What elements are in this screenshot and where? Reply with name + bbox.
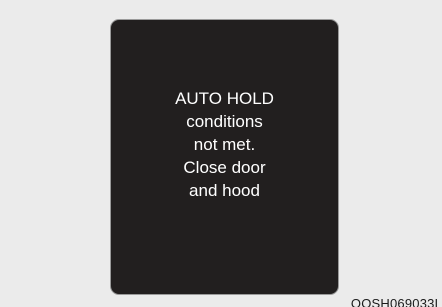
cluster-display-panel: AUTO HOLD conditions not met. Close door… [110, 19, 339, 295]
message-line-3: not met. [193, 134, 256, 154]
figure-code: OOSH069033L [350, 296, 442, 307]
message-line-2: conditions [186, 111, 263, 131]
message-line-1: AUTO HOLD [175, 88, 274, 108]
figure-canvas: AUTO HOLD conditions not met. Close door… [0, 0, 442, 307]
message-line-5: and hood [189, 180, 260, 200]
message-line-4: Close door [183, 157, 266, 177]
warning-message: AUTO HOLD conditions not met. Close door… [175, 87, 274, 202]
